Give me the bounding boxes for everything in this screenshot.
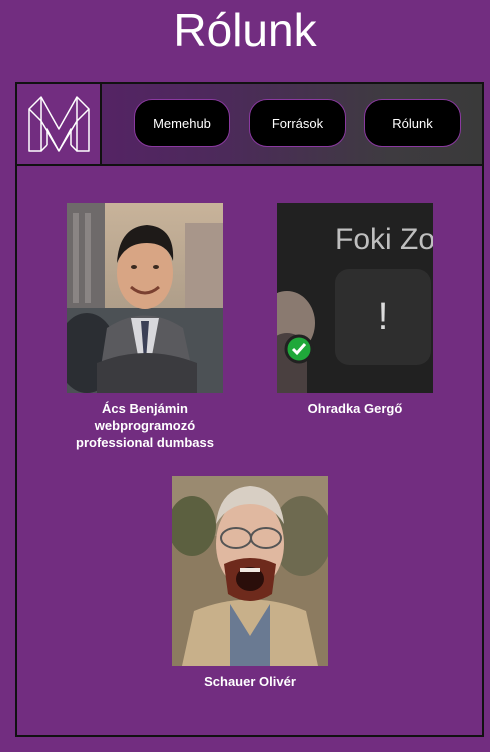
navbar: Memehub Források Rólunk [17,84,482,166]
member-role: webprogramozó [94,418,196,433]
member-name: Schauer Olivér [204,674,296,689]
content-frame: Memehub Források Rólunk Ács Benjámin web… [15,82,484,737]
alert-badge-icon: ! [377,295,389,338]
member-photo-3 [172,476,328,666]
logo[interactable] [17,84,102,164]
nav-rolunk-button[interactable]: Rólunk [364,99,461,147]
memehub-m-logo-icon [28,96,90,152]
member-name: Ohradka Gergő [307,401,403,416]
nav-memehub-button[interactable]: Memehub [134,99,230,147]
member-description: professional dumbass [76,435,214,450]
photo-text: Foki Zo [335,223,433,256]
member-photo-1 [67,203,223,393]
member-photo-2: Foki Zo ! [277,203,433,393]
nav-forrasok-button[interactable]: Források [249,99,346,147]
page-title: Rólunk [173,4,317,56]
member-name: Ács Benjámin [102,401,188,416]
